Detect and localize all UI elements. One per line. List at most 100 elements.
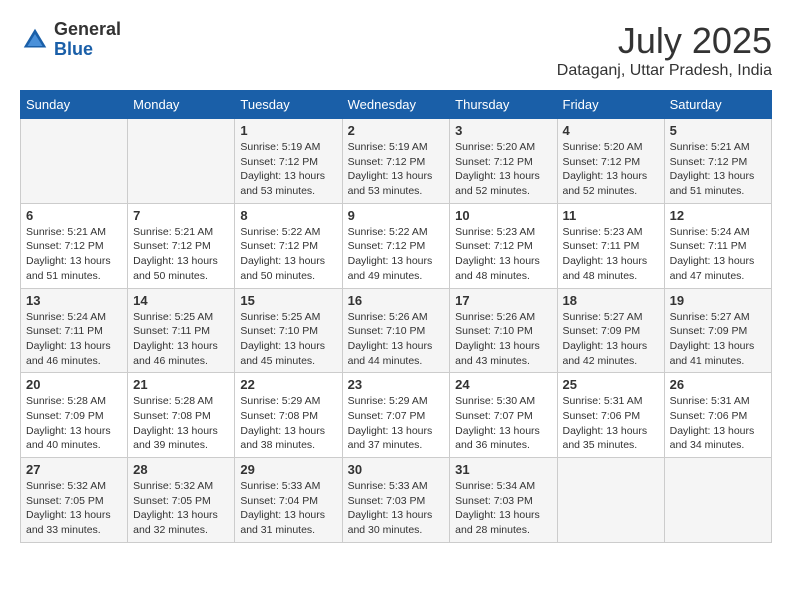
- day-info: Sunrise: 5:26 AMSunset: 7:10 PMDaylight:…: [348, 310, 445, 369]
- day-cell: 27 Sunrise: 5:32 AMSunset: 7:05 PMDayligh…: [21, 458, 128, 543]
- day-number: 12: [670, 208, 766, 223]
- day-number: 9: [348, 208, 445, 223]
- day-cell: 22 Sunrise: 5:29 AMSunset: 7:08 PMDayligh…: [235, 373, 342, 458]
- day-info: Sunrise: 5:29 AMSunset: 7:07 PMDaylight:…: [348, 394, 445, 453]
- logo: General Blue: [20, 20, 121, 60]
- header-cell-saturday: Saturday: [664, 91, 771, 119]
- day-cell: 16Sunrise: 5:26 AMSunset: 7:10 PMDayligh…: [342, 288, 450, 373]
- day-number: 2: [348, 123, 445, 138]
- day-info: Sunrise: 5:24 AMSunset: 7:11 PMDaylight:…: [26, 310, 122, 369]
- day-number: 15: [240, 293, 336, 308]
- day-info: Sunrise: 5:22 AMSunset: 7:12 PMDaylight:…: [348, 225, 445, 284]
- header-cell-sunday: Sunday: [21, 91, 128, 119]
- day-number: 24: [455, 377, 551, 392]
- day-cell: 1 Sunrise: 5:19 AMSunset: 7:12 PMDaylight…: [235, 119, 342, 204]
- day-number: 20: [26, 377, 122, 392]
- day-number: 13: [26, 293, 122, 308]
- day-number: 28: [133, 462, 229, 477]
- week-row-5: 27 Sunrise: 5:32 AMSunset: 7:05 PMDayligh…: [21, 458, 772, 543]
- day-cell: 7 Sunrise: 5:21 AMSunset: 7:12 PMDaylight…: [128, 203, 235, 288]
- day-cell: 8Sunrise: 5:22 AMSunset: 7:12 PMDaylight…: [235, 203, 342, 288]
- day-number: 5: [670, 123, 766, 138]
- day-number: 22: [240, 377, 336, 392]
- day-number: 14: [133, 293, 229, 308]
- week-row-2: 6 Sunrise: 5:21 AMSunset: 7:12 PMDaylight…: [21, 203, 772, 288]
- day-number: 23: [348, 377, 445, 392]
- day-number: 11: [563, 208, 659, 223]
- day-cell: 12 Sunrise: 5:24 AMSunset: 7:11 PMDayligh…: [664, 203, 771, 288]
- day-cell: 2 Sunrise: 5:19 AMSunset: 7:12 PMDaylight…: [342, 119, 450, 204]
- day-number: 7: [133, 208, 229, 223]
- location-title: Dataganj, Uttar Pradesh, India: [557, 62, 772, 80]
- day-info: Sunrise: 5:28 AMSunset: 7:09 PMDaylight:…: [26, 394, 122, 453]
- day-info: Sunrise: 5:25 AMSunset: 7:11 PMDaylight:…: [133, 310, 229, 369]
- day-number: 17: [455, 293, 551, 308]
- logo-blue: Blue: [54, 40, 121, 60]
- day-info: Sunrise: 5:21 AMSunset: 7:12 PMDaylight:…: [133, 225, 229, 284]
- week-row-3: 13 Sunrise: 5:24 AMSunset: 7:11 PMDayligh…: [21, 288, 772, 373]
- day-cell: 21 Sunrise: 5:28 AMSunset: 7:08 PMDayligh…: [128, 373, 235, 458]
- day-info: Sunrise: 5:31 AMSunset: 7:06 PMDaylight:…: [670, 394, 766, 453]
- day-info: Sunrise: 5:21 AMSunset: 7:12 PMDaylight:…: [670, 140, 766, 199]
- day-cell: 30 Sunrise: 5:33 AMSunset: 7:03 PMDayligh…: [342, 458, 450, 543]
- day-info: Sunrise: 5:20 AMSunset: 7:12 PMDaylight:…: [563, 140, 659, 199]
- day-info: Sunrise: 5:19 AMSunset: 7:12 PMDaylight:…: [240, 140, 336, 199]
- month-title: July 2025: [557, 20, 772, 62]
- day-cell: 4Sunrise: 5:20 AMSunset: 7:12 PMDaylight…: [557, 119, 664, 204]
- title-block: July 2025 Dataganj, Uttar Pradesh, India: [557, 20, 772, 80]
- day-info: Sunrise: 5:22 AMSunset: 7:12 PMDaylight:…: [240, 225, 336, 284]
- header-cell-tuesday: Tuesday: [235, 91, 342, 119]
- day-cell: 13 Sunrise: 5:24 AMSunset: 7:11 PMDayligh…: [21, 288, 128, 373]
- day-cell: 18 Sunrise: 5:27 AMSunset: 7:09 PMDayligh…: [557, 288, 664, 373]
- day-info: Sunrise: 5:23 AMSunset: 7:11 PMDaylight:…: [563, 225, 659, 284]
- day-number: 27: [26, 462, 122, 477]
- day-cell: 31 Sunrise: 5:34 AMSunset: 7:03 PMDayligh…: [450, 458, 557, 543]
- day-cell: 11 Sunrise: 5:23 AMSunset: 7:11 PMDayligh…: [557, 203, 664, 288]
- header-row: SundayMondayTuesdayWednesdayThursdayFrid…: [21, 91, 772, 119]
- header-cell-monday: Monday: [128, 91, 235, 119]
- day-info: Sunrise: 5:33 AMSunset: 7:04 PMDaylight:…: [240, 479, 336, 538]
- day-info: Sunrise: 5:32 AMSunset: 7:05 PMDaylight:…: [26, 479, 122, 538]
- day-cell: 6 Sunrise: 5:21 AMSunset: 7:12 PMDaylight…: [21, 203, 128, 288]
- day-number: 19: [670, 293, 766, 308]
- day-info: Sunrise: 5:19 AMSunset: 7:12 PMDaylight:…: [348, 140, 445, 199]
- day-info: Sunrise: 5:32 AMSunset: 7:05 PMDaylight:…: [133, 479, 229, 538]
- day-cell: 23 Sunrise: 5:29 AMSunset: 7:07 PMDayligh…: [342, 373, 450, 458]
- day-info: Sunrise: 5:21 AMSunset: 7:12 PMDaylight:…: [26, 225, 122, 284]
- day-info: Sunrise: 5:33 AMSunset: 7:03 PMDaylight:…: [348, 479, 445, 538]
- week-row-1: 1 Sunrise: 5:19 AMSunset: 7:12 PMDaylight…: [21, 119, 772, 204]
- page-header: General Blue July 2025 Dataganj, Uttar P…: [20, 20, 772, 80]
- day-number: 26: [670, 377, 766, 392]
- header-cell-wednesday: Wednesday: [342, 91, 450, 119]
- calendar-header: SundayMondayTuesdayWednesdayThursdayFrid…: [21, 91, 772, 119]
- day-cell: 26 Sunrise: 5:31 AMSunset: 7:06 PMDayligh…: [664, 373, 771, 458]
- day-cell: [664, 458, 771, 543]
- week-row-4: 20 Sunrise: 5:28 AMSunset: 7:09 PMDayligh…: [21, 373, 772, 458]
- day-info: Sunrise: 5:25 AMSunset: 7:10 PMDaylight:…: [240, 310, 336, 369]
- day-info: Sunrise: 5:27 AMSunset: 7:09 PMDaylight:…: [563, 310, 659, 369]
- logo-icon: [20, 25, 50, 55]
- day-info: Sunrise: 5:29 AMSunset: 7:08 PMDaylight:…: [240, 394, 336, 453]
- calendar-table: SundayMondayTuesdayWednesdayThursdayFrid…: [20, 90, 772, 543]
- header-cell-friday: Friday: [557, 91, 664, 119]
- day-cell: [21, 119, 128, 204]
- day-number: 21: [133, 377, 229, 392]
- day-number: 29: [240, 462, 336, 477]
- day-number: 30: [348, 462, 445, 477]
- day-cell: 29 Sunrise: 5:33 AMSunset: 7:04 PMDayligh…: [235, 458, 342, 543]
- day-number: 1: [240, 123, 336, 138]
- day-cell: 10Sunrise: 5:23 AMSunset: 7:12 PMDayligh…: [450, 203, 557, 288]
- day-cell: 17Sunrise: 5:26 AMSunset: 7:10 PMDayligh…: [450, 288, 557, 373]
- day-cell: 28 Sunrise: 5:32 AMSunset: 7:05 PMDayligh…: [128, 458, 235, 543]
- day-number: 18: [563, 293, 659, 308]
- day-number: 31: [455, 462, 551, 477]
- day-cell: 9 Sunrise: 5:22 AMSunset: 7:12 PMDaylight…: [342, 203, 450, 288]
- day-info: Sunrise: 5:24 AMSunset: 7:11 PMDaylight:…: [670, 225, 766, 284]
- day-number: 3: [455, 123, 551, 138]
- day-info: Sunrise: 5:28 AMSunset: 7:08 PMDaylight:…: [133, 394, 229, 453]
- day-info: Sunrise: 5:27 AMSunset: 7:09 PMDaylight:…: [670, 310, 766, 369]
- day-cell: 15 Sunrise: 5:25 AMSunset: 7:10 PMDayligh…: [235, 288, 342, 373]
- day-info: Sunrise: 5:34 AMSunset: 7:03 PMDaylight:…: [455, 479, 551, 538]
- day-number: 6: [26, 208, 122, 223]
- day-cell: 14 Sunrise: 5:25 AMSunset: 7:11 PMDayligh…: [128, 288, 235, 373]
